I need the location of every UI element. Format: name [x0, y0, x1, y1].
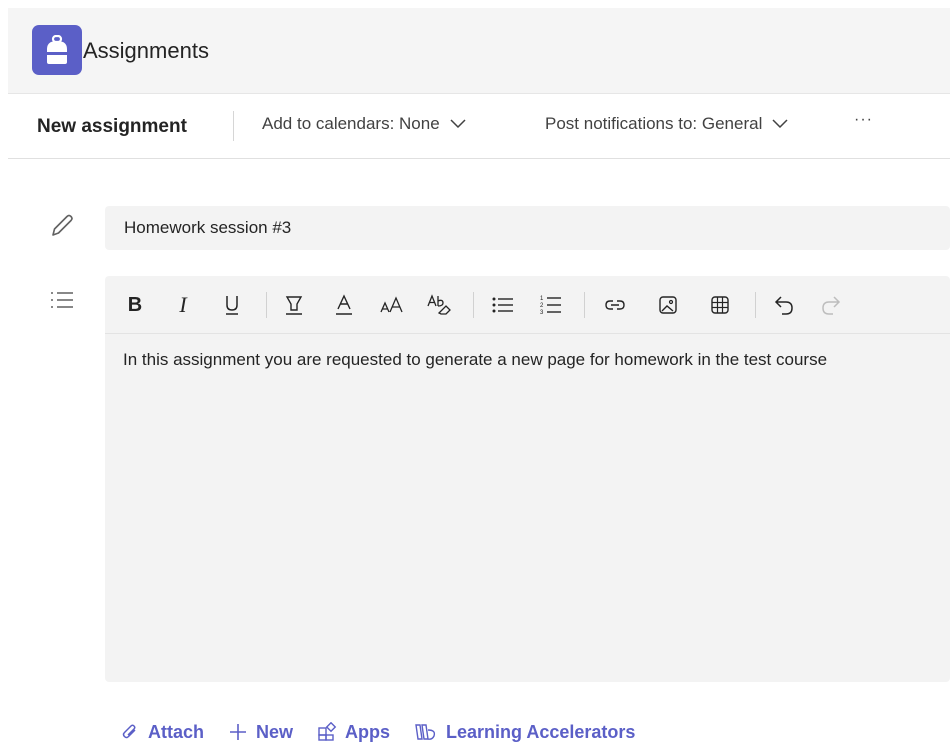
chevron-down-icon	[450, 119, 466, 129]
apps-icon	[318, 722, 337, 741]
assignment-title-input[interactable]	[105, 206, 950, 250]
toolbar-separator	[266, 292, 267, 318]
toolbar-separator	[584, 292, 585, 318]
backpack-icon	[32, 25, 82, 75]
highlight-icon[interactable]	[279, 290, 309, 320]
link-icon[interactable]	[600, 290, 630, 320]
apps-button[interactable]: Apps	[317, 722, 390, 742]
app-header: Assignments	[8, 8, 950, 94]
table-icon[interactable]	[705, 290, 735, 320]
toolbar-separator	[473, 292, 474, 318]
font-color-icon[interactable]	[329, 290, 359, 320]
command-bar: New assignment Add to calendars: None Po…	[8, 95, 950, 159]
attach-button[interactable]: Attach	[120, 722, 204, 742]
learning-accelerators-button[interactable]: Learning Accelerators	[414, 722, 635, 742]
chevron-down-icon	[772, 119, 788, 129]
undo-icon[interactable]	[769, 290, 799, 320]
assignment-title-field[interactable]	[105, 206, 950, 250]
bold-icon[interactable]: B	[120, 290, 150, 320]
formatting-toolbar: B I 123	[105, 276, 950, 334]
new-label: New	[256, 721, 294, 742]
toolbar-separator	[755, 292, 756, 318]
page-title: New assignment	[37, 116, 187, 137]
pencil-icon	[48, 212, 76, 245]
svg-text:2: 2	[540, 303, 544, 309]
font-size-icon[interactable]	[377, 290, 407, 320]
numbered-list-icon[interactable]: 123	[536, 290, 566, 320]
instructions-text[interactable]: In this assignment you are requested to …	[123, 350, 950, 370]
divider	[233, 111, 234, 141]
instructions-editor[interactable]: B I 123 In this assignment you are reque…	[105, 276, 950, 682]
svg-text:3: 3	[540, 310, 544, 316]
new-button[interactable]: New	[228, 722, 293, 742]
post-notifications-dropdown[interactable]: Post notifications to: General	[545, 114, 788, 134]
more-options-button[interactable]: ···	[854, 111, 873, 129]
attach-label: Attach	[148, 721, 205, 742]
post-notifications-label: Post notifications to: General	[545, 114, 763, 133]
underline-icon[interactable]	[217, 290, 247, 320]
app-title: Assignments	[83, 38, 209, 63]
italic-icon[interactable]: I	[168, 290, 198, 320]
paperclip-icon	[122, 724, 136, 739]
svg-text:1: 1	[540, 296, 544, 302]
redo-icon[interactable]	[816, 290, 846, 320]
add-to-calendars-label: Add to calendars: None	[262, 114, 440, 133]
learning-accelerators-label: Learning Accelerators	[446, 721, 636, 742]
bottom-actions: Attach New Apps Learning Accelerators	[120, 718, 659, 742]
image-icon[interactable]	[653, 290, 683, 320]
plus-icon	[230, 724, 247, 740]
add-to-calendars-dropdown[interactable]: Add to calendars: None	[262, 114, 466, 134]
learning-accelerators-icon	[415, 724, 436, 740]
apps-label: Apps	[345, 721, 391, 742]
clear-formatting-icon[interactable]	[425, 290, 455, 320]
bulleted-list-icon[interactable]	[488, 290, 518, 320]
instructions-list-icon	[50, 290, 74, 315]
